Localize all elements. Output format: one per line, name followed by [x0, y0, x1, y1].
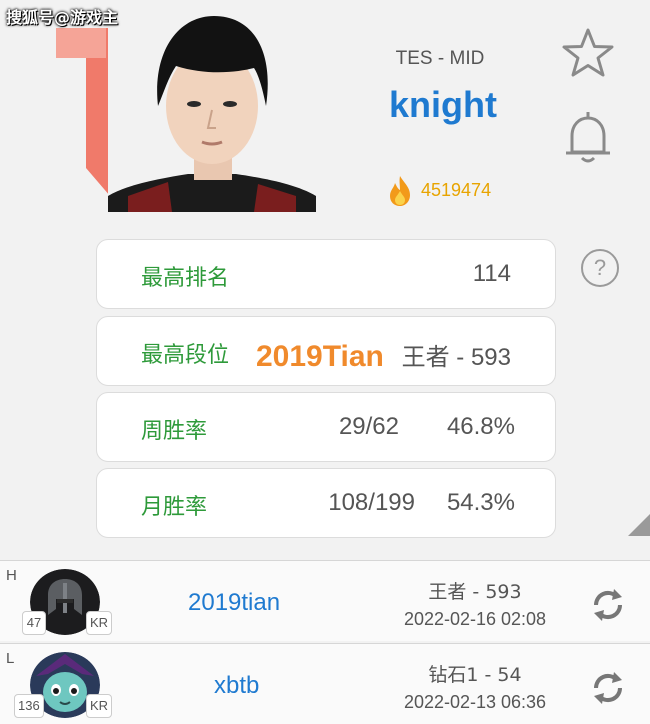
- player-name: knight: [389, 84, 497, 125]
- stat-card-weekly-winrate: 周胜率 29/62 46.8%: [96, 392, 556, 462]
- refresh-icon[interactable]: [588, 668, 628, 708]
- region-badge: KR: [86, 611, 113, 635]
- stat-label: 月胜率: [141, 495, 208, 520]
- stat-record: 29/62: [338, 413, 399, 440]
- star-icon[interactable]: [560, 26, 616, 82]
- watermark: 搜狐号@游戏主: [6, 8, 119, 27]
- account-row[interactable]: H 47 KR 2019tian 王者 - 593 2022-02-16 02:…: [0, 561, 650, 641]
- stat-label: 最高排名: [141, 266, 230, 291]
- account-rank: 王者 - 593: [428, 581, 522, 603]
- account-time: 2022-02-13 06:36: [403, 692, 547, 712]
- stat-card-monthly-winrate: 月胜率 108/199 54.3%: [96, 468, 556, 538]
- account-tag: H: [6, 567, 17, 584]
- team-role: TES - MID: [395, 48, 485, 69]
- refresh-icon[interactable]: [588, 585, 628, 625]
- region-badge: KR: [86, 694, 113, 718]
- account-tag: L: [6, 650, 15, 667]
- stat-rate: 46.8%: [446, 413, 515, 440]
- overlay-caption: 2019Tian: [256, 340, 384, 373]
- bell-icon[interactable]: [562, 110, 614, 166]
- stat-rate: 54.3%: [446, 489, 515, 516]
- popularity-count: 4519474: [421, 180, 492, 200]
- stat-label: 最高段位: [141, 343, 230, 368]
- player-photo: [108, 6, 316, 212]
- account-name[interactable]: xbtb: [214, 672, 259, 700]
- account-rank: 钻石1 - 54: [428, 664, 522, 686]
- level-badge: 136: [14, 694, 44, 718]
- stat-label: 周胜率: [141, 419, 208, 444]
- stat-value: 王者 - 593: [401, 344, 511, 371]
- stat-card-highest-rank: 最高排名 114: [96, 239, 556, 309]
- corner-indicator: [628, 514, 650, 536]
- help-icon[interactable]: ?: [581, 249, 619, 287]
- account-row[interactable]: L 136 KR xbtb 钻石1 - 54 2022-02-13 06:36: [0, 644, 650, 724]
- account-name[interactable]: 2019tian: [188, 589, 280, 617]
- stat-value: 114: [472, 260, 511, 287]
- level-badge: 47: [22, 611, 46, 635]
- fire-icon: [390, 176, 410, 206]
- stat-record: 108/199: [328, 489, 415, 516]
- account-time: 2022-02-16 02:08: [403, 609, 547, 629]
